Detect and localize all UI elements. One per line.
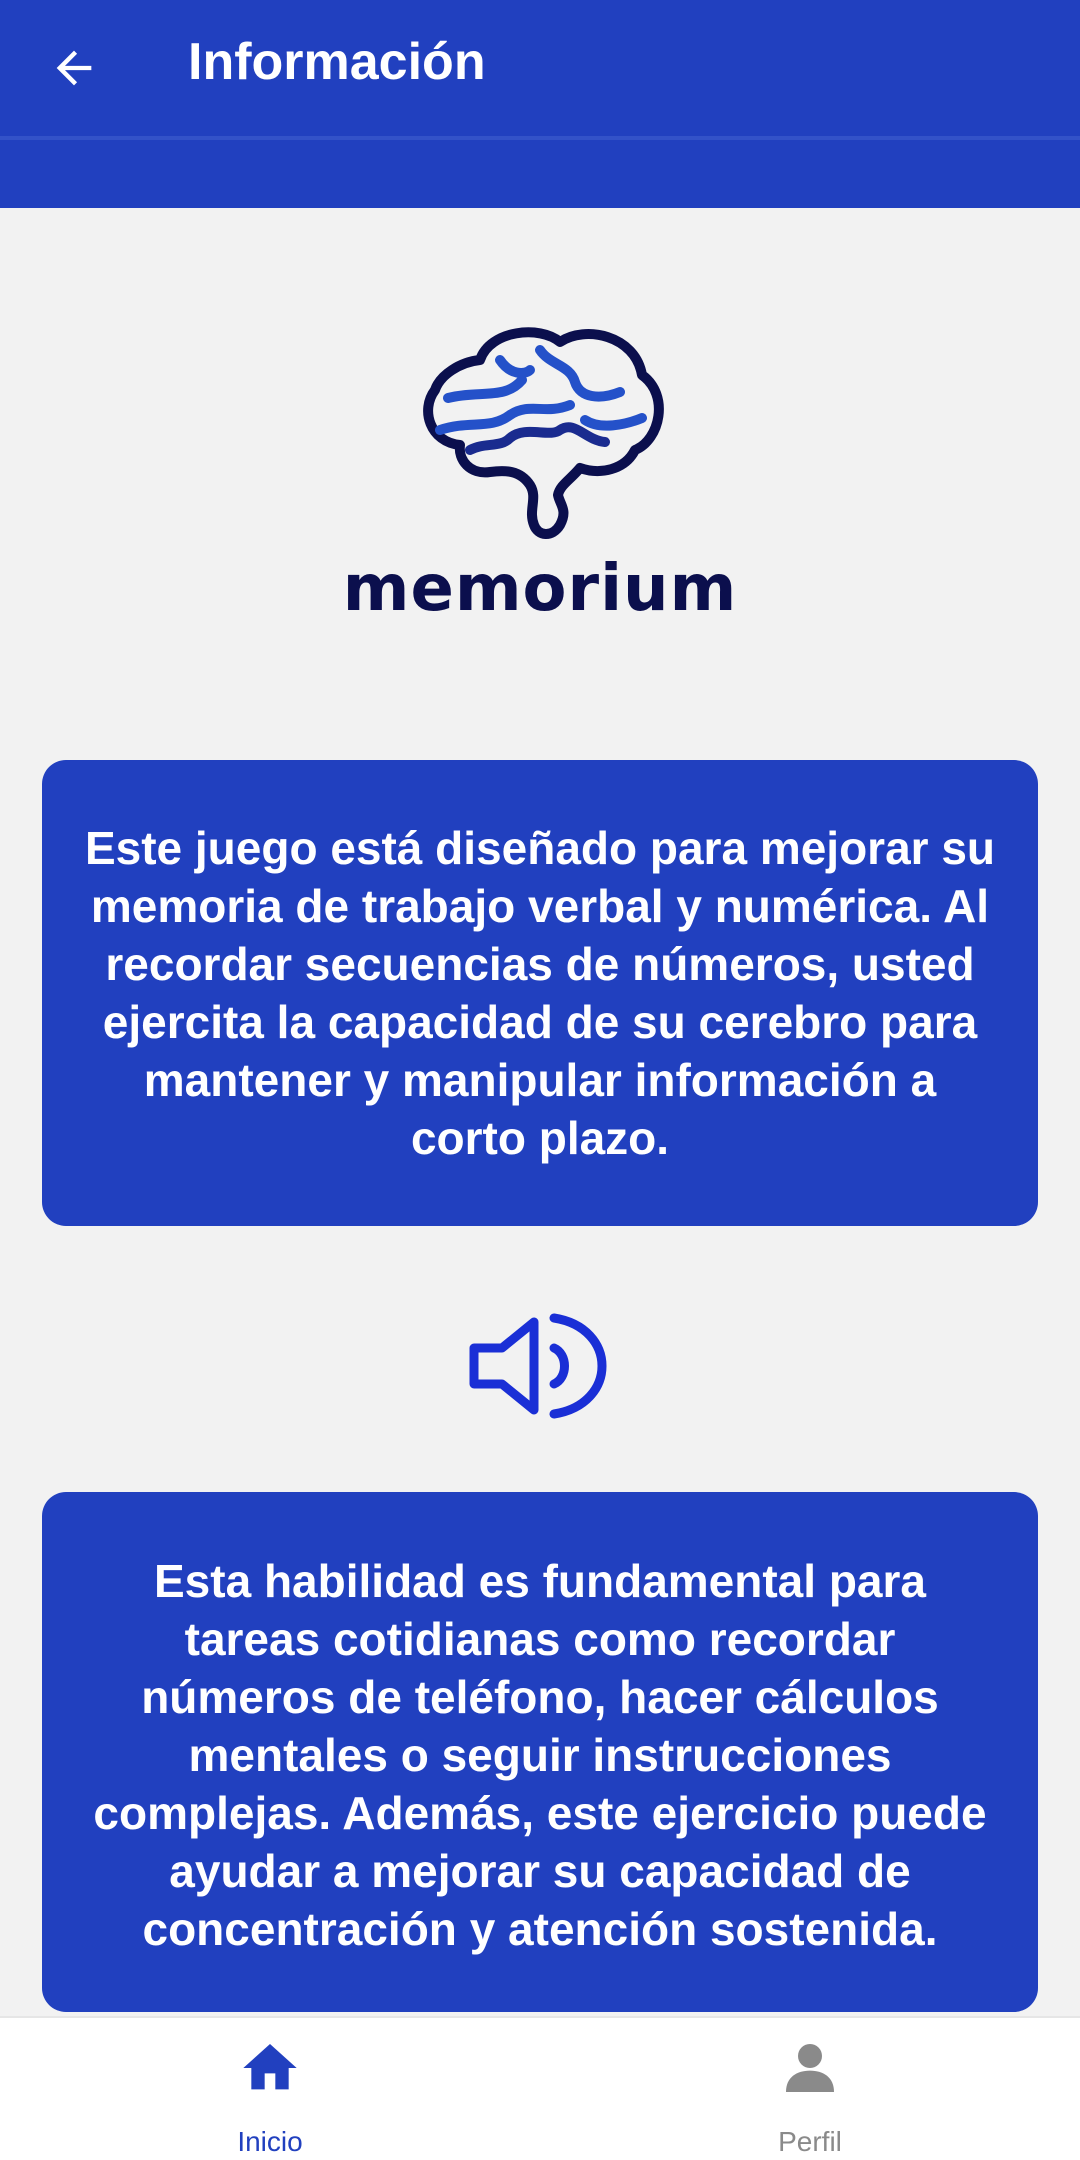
info-card-2-text: Esta habilidad es fundamental para tarea… (93, 1555, 987, 1955)
app-bar: Información (0, 0, 1080, 136)
info-card-1: Este juego está diseñado para mejorar su… (42, 760, 1038, 1226)
bottom-nav: Inicio Perfil (0, 2016, 1080, 2160)
back-button[interactable] (34, 28, 114, 108)
page-title: Información (188, 33, 486, 91)
speaker-button[interactable] (468, 1310, 612, 1422)
app-logo: memorium (0, 320, 1080, 650)
nav-label-inicio: Inicio (237, 2126, 303, 2157)
home-icon (243, 2044, 297, 2090)
info-screen: Información memorium Este juego está dis… (0, 0, 1080, 2160)
arrow-left-icon (56, 50, 92, 86)
sub-bar (0, 140, 1080, 208)
info-card-2: Esta habilidad es fundamental para tarea… (42, 1492, 1038, 2012)
logo-wordmark: memorium (342, 552, 738, 626)
speaker-icon (469, 1313, 607, 1419)
person-icon (786, 2044, 834, 2092)
nav-item-perfil[interactable]: Perfil (540, 2018, 1080, 2160)
brain-icon (423, 327, 664, 539)
nav-item-inicio[interactable]: Inicio (0, 2018, 540, 2160)
nav-label-perfil: Perfil (778, 2126, 842, 2157)
info-card-1-text: Este juego está diseñado para mejorar su… (84, 822, 996, 1164)
